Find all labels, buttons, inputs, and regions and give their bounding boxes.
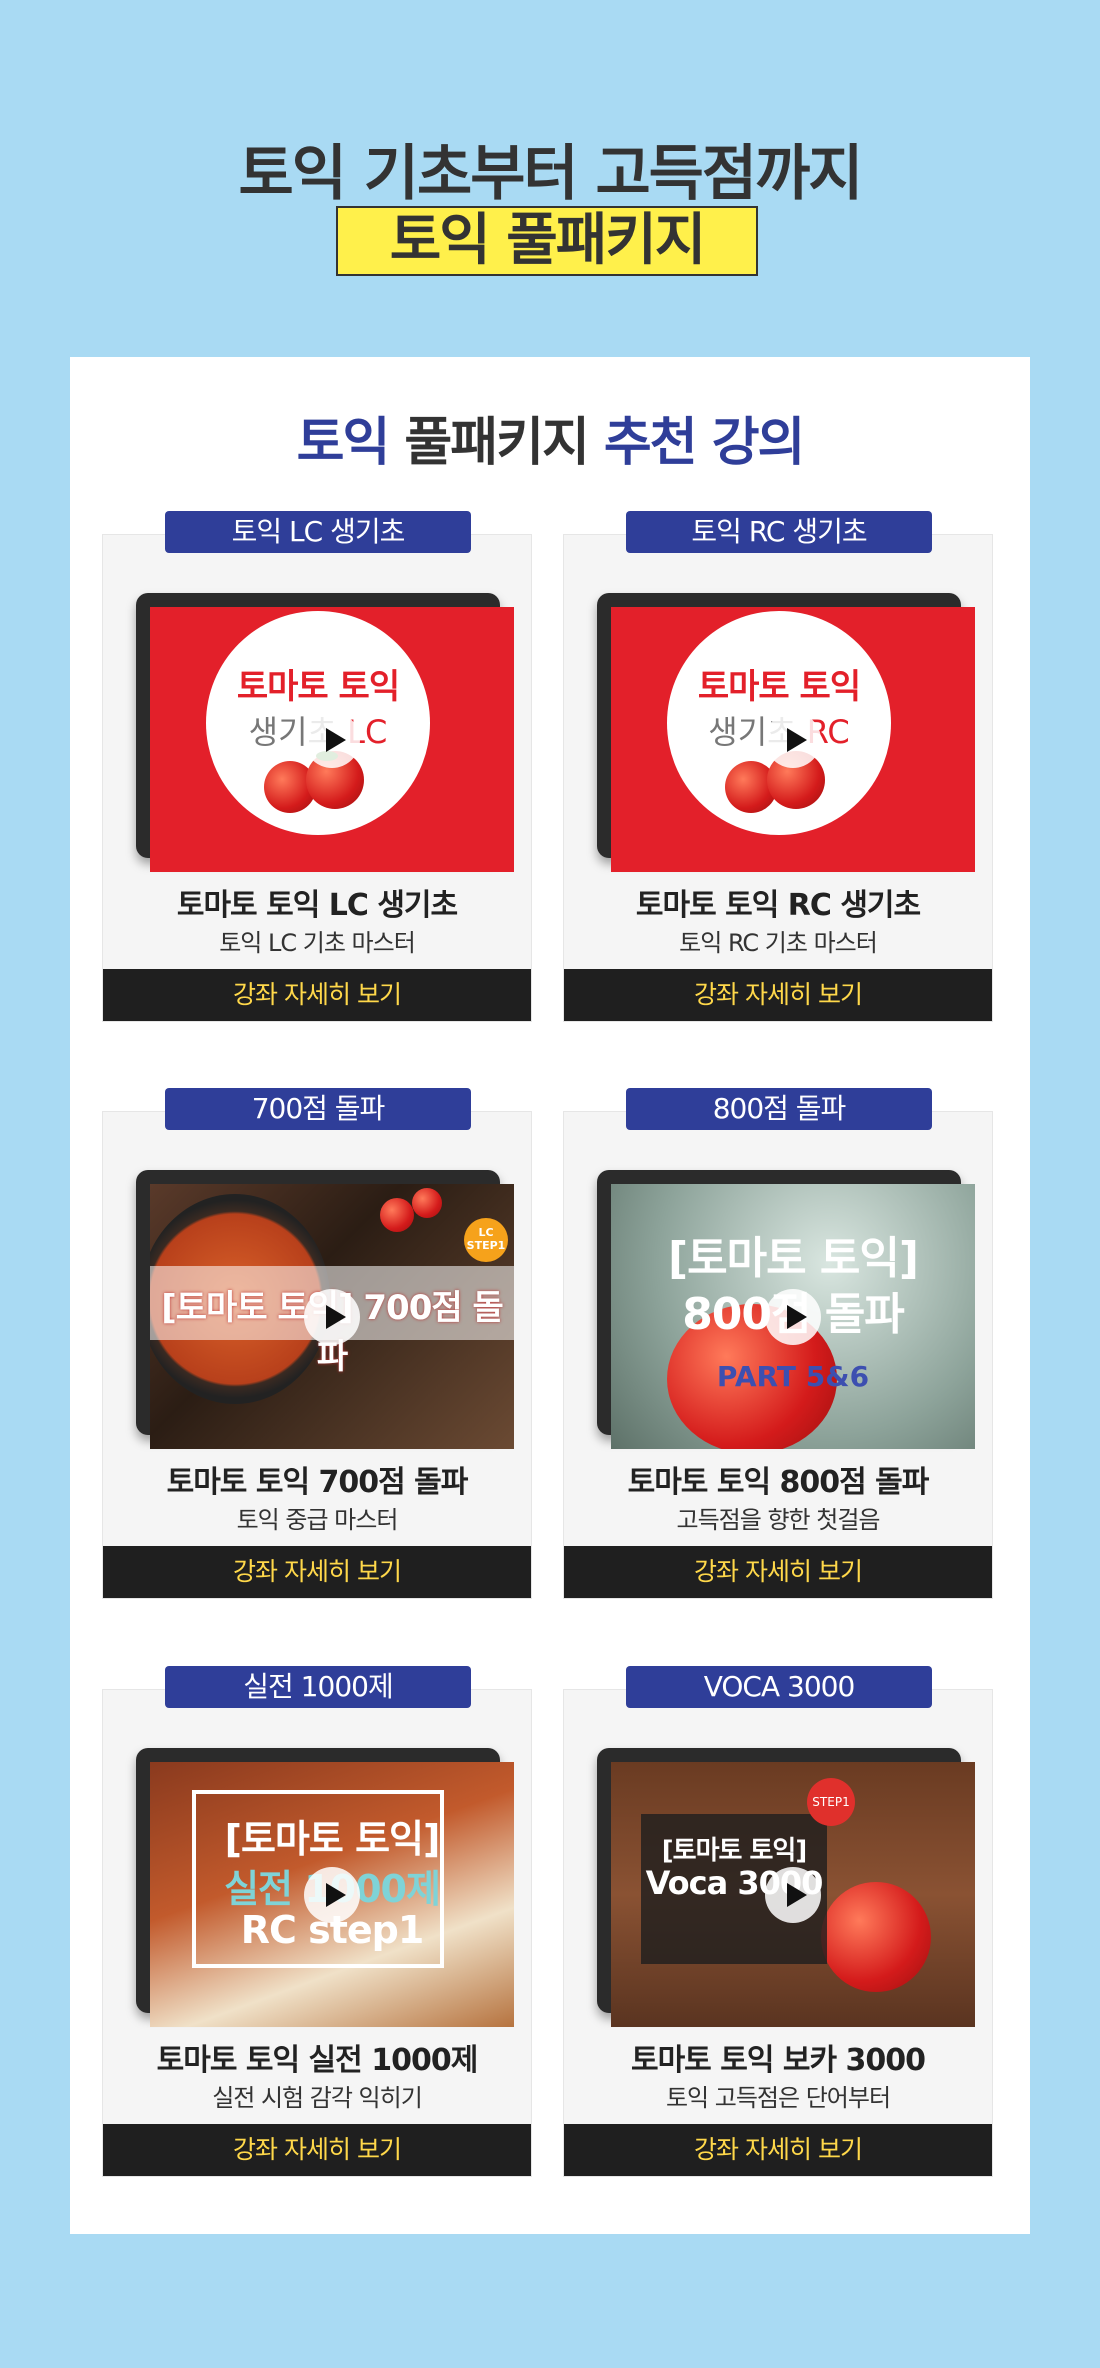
- course-title: 토마토 토익 LC 생기초: [176, 888, 458, 923]
- course-card-800[interactable]: 800점 돌파 [토마토 토익] 800점 돌파 PART 5&6 토마토 토익…: [563, 1088, 993, 1599]
- thumbnail-screen: [토마토 토익] 800점 돌파 PART 5&6: [611, 1184, 975, 1449]
- course-tag: 토익 RC 생기초: [626, 511, 932, 553]
- thumbnail-screen: 토마토 토익 생기초 RC: [611, 607, 975, 872]
- thumbnail-screen: [토마토 토익] 실전 1000제 RC step1: [150, 1762, 514, 2027]
- course-thumbnail[interactable]: [토마토 토익] 실전 1000제 RC step1: [136, 1748, 514, 2027]
- course-subtitle: 토익 중급 마스터: [236, 1506, 399, 1534]
- course-tag: VOCA 3000: [626, 1666, 932, 1708]
- course-title: 토마토 토익 실전 1000제: [156, 2043, 479, 2078]
- section-title-blue: 토익: [296, 413, 391, 473]
- play-icon[interactable]: [304, 711, 360, 768]
- course-thumbnail[interactable]: [토마토 토익] 800점 돌파 PART 5&6: [597, 1170, 975, 1449]
- course-detail-button[interactable]: 강좌 자세히 보기: [564, 969, 992, 1021]
- course-subtitle: 토익 LC 기초 마스터: [219, 929, 416, 957]
- course-title: 토마토 토익 700점 돌파: [166, 1465, 469, 1500]
- section-title-dark: 풀패키지: [404, 413, 589, 473]
- play-icon[interactable]: [765, 1288, 821, 1345]
- course-card-voca[interactable]: VOCA 3000 [토마토 토익] Voca 3000 STEP1 토마토 토…: [563, 1666, 993, 2177]
- thumbnail-line1: 토마토 토익: [697, 667, 861, 707]
- course-detail-button[interactable]: 강좌 자세히 보기: [103, 2124, 531, 2176]
- course-subtitle: 토익 RC 기초 마스터: [679, 929, 878, 957]
- course-tag: 700점 돌파: [165, 1088, 471, 1130]
- course-card-rc-basic[interactable]: 토익 RC 생기초 토마토 토익 생기초 RC 토마토 토익 RC 생기초 토익…: [563, 511, 993, 1022]
- course-subtitle: 실전 시험 감각 익히기: [212, 2084, 423, 2112]
- course-tag: 토익 LC 생기초: [165, 511, 471, 553]
- course-thumbnail[interactable]: 토마토 토익 생기초 RC: [597, 593, 975, 872]
- course-detail-button[interactable]: 강좌 자세히 보기: [103, 1546, 531, 1598]
- course-card-lc-basic[interactable]: 토익 LC 생기초 토마토 토익 생기초 LC 토마토 토익 LC 생기초 토익…: [102, 511, 532, 1022]
- course-card-700[interactable]: 700점 돌파 [토마토 토익] 700점 돌파 LC STEP1 토마토 토익…: [102, 1088, 532, 1599]
- course-title: 토마토 토익 RC 생기초: [635, 888, 921, 923]
- play-icon[interactable]: [765, 1866, 821, 1923]
- lc-step-badge: LC STEP1: [464, 1218, 508, 1262]
- course-thumbnail[interactable]: [토마토 토익] Voca 3000 STEP1: [597, 1748, 975, 2027]
- course-title: 토마토 토익 보카 3000: [630, 2043, 926, 2078]
- play-icon[interactable]: [765, 711, 821, 768]
- hero-title: 토익 기초부터 고득점까지: [238, 139, 864, 209]
- thumbnail-line1: [토마토 토익]: [661, 1836, 807, 1866]
- course-thumbnail[interactable]: 토마토 토익 생기초 LC: [136, 593, 514, 872]
- course-card-1000[interactable]: 실전 1000제 [토마토 토익] 실전 1000제 RC step1 토마토 …: [102, 1666, 532, 2177]
- course-detail-button[interactable]: 강좌 자세히 보기: [103, 969, 531, 1021]
- thumbnail-screen: [토마토 토익] Voca 3000 STEP1: [611, 1762, 975, 2027]
- tomato-image: [821, 1882, 931, 1992]
- course-title: 토마토 토익 800점 돌파: [627, 1465, 930, 1500]
- thumbnail-line1: 토마토 토익: [236, 667, 400, 707]
- tomato-image: [412, 1188, 442, 1218]
- hero-highlight-badge: 토익 풀패키지: [336, 206, 758, 276]
- thumbnail-line1: [토마토 토익]: [668, 1233, 919, 1284]
- play-icon[interactable]: [304, 1288, 360, 1345]
- course-thumbnail[interactable]: [토마토 토익] 700점 돌파 LC STEP1: [136, 1170, 514, 1449]
- thumbnail-screen: 토마토 토익 생기초 LC: [150, 607, 514, 872]
- course-subtitle: 토익 고득점은 단어부터: [665, 2084, 891, 2112]
- play-icon[interactable]: [304, 1866, 360, 1923]
- section-title: 토익 풀패키지 추천 강의: [0, 400, 1100, 475]
- course-detail-button[interactable]: 강좌 자세히 보기: [564, 1546, 992, 1598]
- thumbnail-line1: [토마토 토익]: [224, 1817, 441, 1861]
- thumbnail-screen: [토마토 토익] 700점 돌파 LC STEP1: [150, 1184, 514, 1449]
- step-badge: STEP1: [807, 1778, 855, 1826]
- course-detail-button[interactable]: 강좌 자세히 보기: [564, 2124, 992, 2176]
- section-title-highlight: 추천 강의: [603, 413, 805, 473]
- course-subtitle: 고득점을 향한 첫걸음: [676, 1506, 881, 1534]
- tomato-image: [380, 1198, 414, 1232]
- course-tag: 800점 돌파: [626, 1088, 932, 1130]
- thumbnail-line3: PART 5&6: [716, 1360, 870, 1393]
- course-tag: 실전 1000제: [165, 1666, 471, 1708]
